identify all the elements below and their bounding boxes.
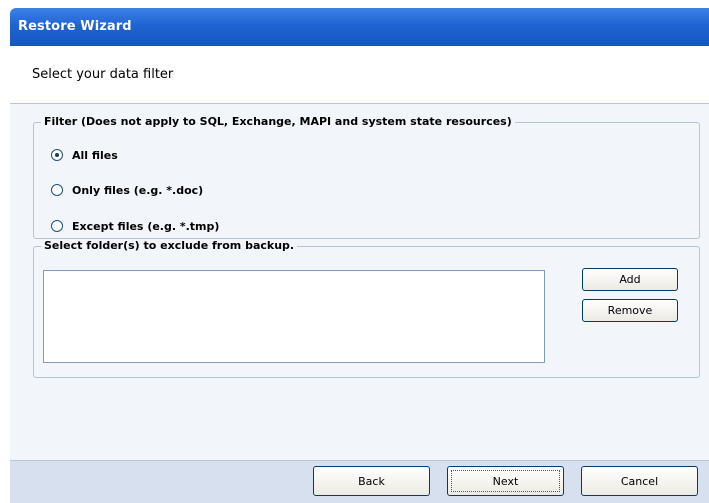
radio-button[interactable] [51,220,63,232]
page-heading: Select your data filter [32,67,174,82]
exclude-group-legend: Select folder(s) to exclude from backup. [41,239,298,252]
radio-all-files[interactable]: All files [51,147,118,163]
next-button[interactable]: Next [447,466,564,496]
radio-button[interactable] [51,184,63,196]
exclude-folders-group: Select folder(s) to exclude from backup.… [33,239,700,378]
filter-group: Filter (Does not apply to SQL, Exchange,… [33,115,700,239]
radio-only-files[interactable]: Only files (e.g. *.doc) [51,182,203,198]
wizard-body: Filter (Does not apply to SQL, Exchange,… [10,104,709,460]
wizard-footer: Back Next Cancel [10,460,709,503]
back-button-label: Back [358,474,385,488]
radio-label-only-files: Only files (e.g. *.doc) [72,183,204,197]
radio-button-checked[interactable] [51,149,63,161]
cancel-button[interactable]: Cancel [581,466,698,496]
radio-label-all-files: All files [72,148,118,162]
radio-except-files[interactable]: Except files (e.g. *.tmp) [51,218,219,234]
title-bar[interactable]: Restore Wizard [10,8,709,46]
remove-folder-button[interactable]: Remove [582,299,678,322]
add-button-label: Add [619,273,641,286]
exclude-folders-listbox[interactable] [43,270,545,363]
focus-ring [451,470,560,492]
wizard-header: Select your data filter [10,46,709,104]
remove-button-label: Remove [607,304,653,317]
window-title: Restore Wizard [18,19,132,34]
add-folder-button[interactable]: Add [582,268,678,291]
cancel-button-label: Cancel [620,474,659,488]
radio-label-except-files: Except files (e.g. *.tmp) [72,219,220,233]
restore-wizard-window: Restore Wizard Select your data filter F… [0,0,709,503]
filter-group-legend: Filter (Does not apply to SQL, Exchange,… [41,115,515,128]
back-button[interactable]: Back [313,466,430,496]
